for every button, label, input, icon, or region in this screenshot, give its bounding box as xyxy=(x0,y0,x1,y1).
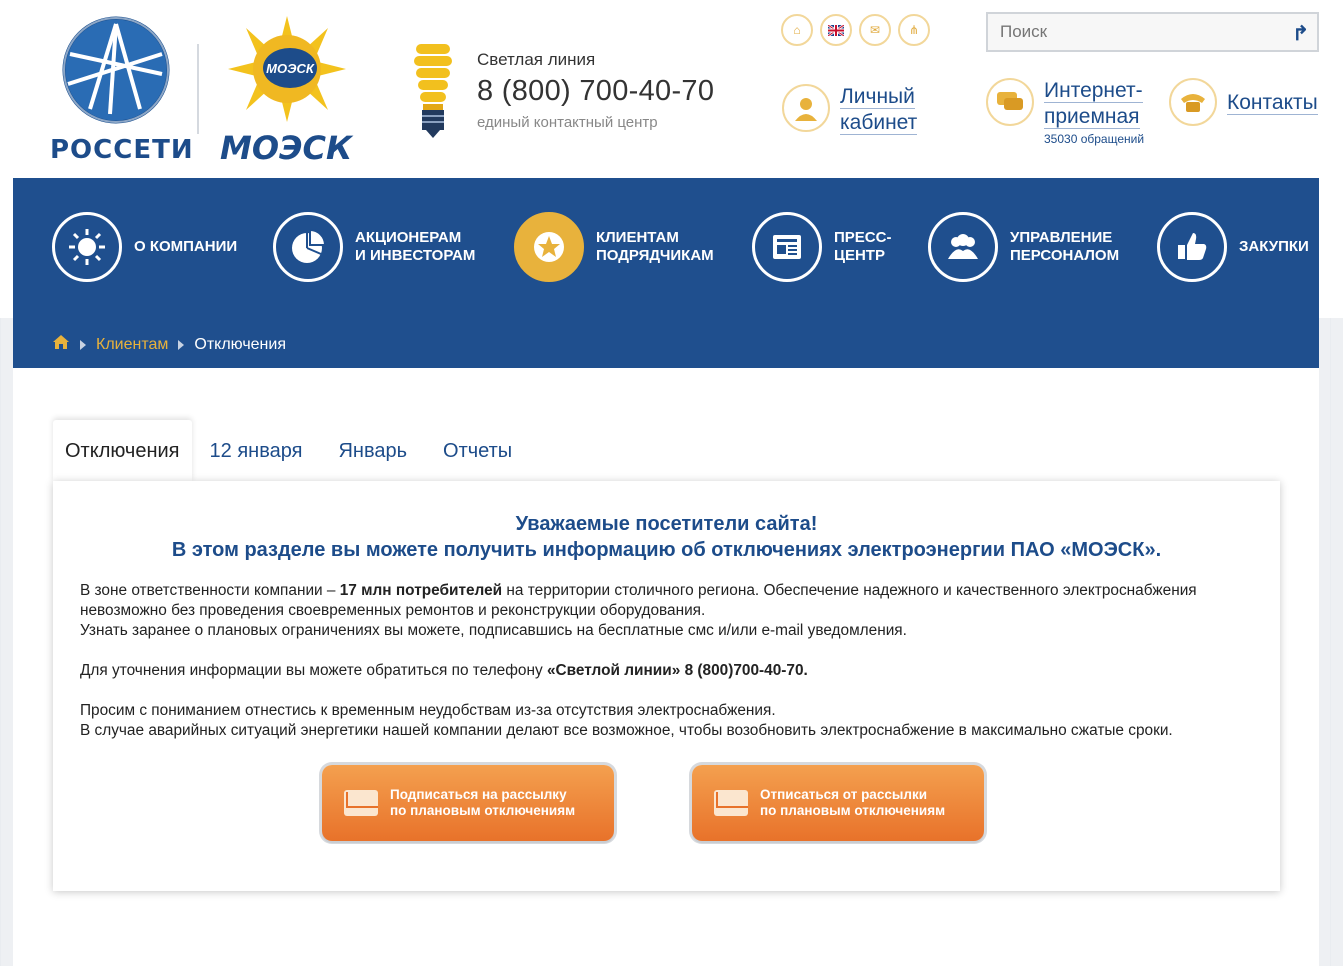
chat-icon xyxy=(986,78,1034,126)
contacts-link[interactable]: Контакты xyxy=(1169,78,1318,126)
content-panel: Уважаемые посетители сайта! В этом разде… xyxy=(53,481,1280,891)
moesk-logo[interactable]: МОЭСК МОЭСК xyxy=(220,14,355,167)
rosseti-logo-text: РОССЕТИ xyxy=(50,135,194,165)
search-input[interactable] xyxy=(988,14,1268,50)
panel-subheading: В этом разделе вы можете получить информ… xyxy=(171,539,1162,561)
home-icon[interactable] xyxy=(52,334,70,355)
breadcrumb-current: Отключения xyxy=(194,335,286,353)
tab-reports[interactable]: Отчеты xyxy=(425,420,530,482)
nav-about-line1: О компании xyxy=(134,238,238,255)
nav-investors-line1: Акционерам xyxy=(355,229,462,246)
rosseti-logo[interactable]: РОССЕТИ xyxy=(50,14,194,165)
tab-january[interactable]: Январь xyxy=(320,420,425,482)
reception-count: 35030 обращений xyxy=(1044,132,1145,146)
logo-divider xyxy=(197,44,199,134)
page-wrapper: РОССЕТИ МОЭСК МОЭСК Светлая линия 8 (800… xyxy=(13,0,1319,966)
nav-item-investors[interactable]: Акционерам и инвесторам xyxy=(273,212,475,282)
moesk-logo-text: МОЭСК xyxy=(220,129,353,167)
utility-icons: ⌂ ✉ ⋔ xyxy=(781,14,930,46)
nav-clients-line1: Клиентам xyxy=(596,229,679,246)
star-icon xyxy=(514,212,584,282)
thumbs-up-icon xyxy=(1157,212,1227,282)
tab-outages[interactable]: Отключения xyxy=(53,420,192,482)
nav-item-hr[interactable]: Управление персоналом xyxy=(928,212,1119,282)
unsubscribe-button[interactable]: Отписаться от рассылки по плановым отключ… xyxy=(692,765,984,841)
p3-text-a: Просим с пониманием отнестись к временны… xyxy=(80,702,776,719)
subscribe-line1: Подписаться на рассылку xyxy=(390,787,567,802)
search-box[interactable]: ↱ xyxy=(986,12,1319,52)
mail-icon[interactable]: ✉ xyxy=(859,14,891,46)
p2-text-bold: «Светлой линии» xyxy=(546,662,681,679)
paragraph-responsibility: В зоне ответственности компании – 17 млн… xyxy=(80,581,1260,641)
sun-icon xyxy=(52,212,122,282)
breadcrumb: Клиентам Отключения xyxy=(52,334,286,355)
lightbulb-icon xyxy=(408,42,458,142)
uk-flag-icon[interactable] xyxy=(820,14,852,46)
nav-press-line1: Пресс- xyxy=(834,229,892,246)
moesk-badge-text: МОЭСК xyxy=(266,61,315,76)
nav-investors-line2: и инвесторам xyxy=(355,247,476,264)
nav-hr-line1: Управление xyxy=(1010,229,1113,246)
breadcrumb-separator xyxy=(178,339,185,350)
breadcrumb-clients-link[interactable]: Клиентам xyxy=(96,336,168,354)
cabinet-line2: кабинет xyxy=(840,111,918,135)
newspaper-icon xyxy=(752,212,822,282)
nav-item-press[interactable]: Пресс-центр xyxy=(752,212,891,282)
subscribe-line2: по плановым отключениям xyxy=(390,803,576,818)
internet-reception-link[interactable]: Интернет-приемная 35030 обращений xyxy=(986,78,1144,146)
hotline-label: Светлая линия xyxy=(477,50,596,69)
tab-january-12[interactable]: 12 января xyxy=(192,420,321,482)
user-icon xyxy=(782,84,830,132)
reception-line2: приемная xyxy=(1044,105,1140,129)
home-icon[interactable]: ⌂ xyxy=(781,14,813,46)
nav-clients-line2: подрядчикам xyxy=(596,247,714,264)
p1-text-a: В зоне ответственности компании – xyxy=(80,582,340,599)
p1-text-d: Узнать заранее о плановых ограничениях в… xyxy=(80,622,907,639)
p2-text-a: Для уточнения информации вы можете обрат… xyxy=(80,662,547,679)
p3-text-b: В случае аварийных ситуаций энергетики н… xyxy=(80,722,1173,739)
nav-item-procurement[interactable]: Закупки xyxy=(1157,212,1309,282)
pie-chart-icon xyxy=(273,212,343,282)
breadcrumb-separator xyxy=(80,339,86,350)
p2-text-phone: 8 (800)700-40-70. xyxy=(680,662,808,679)
hotline-phone[interactable]: 8 (800) 700-40-70 xyxy=(477,75,714,108)
unsubscribe-line2: по плановым отключениям xyxy=(760,803,946,818)
nav-press-line2: центр xyxy=(834,247,885,264)
nav-item-about[interactable]: О компании xyxy=(52,212,237,282)
search-go-icon[interactable]: ↱ xyxy=(1292,21,1309,46)
sitemap-icon[interactable]: ⋔ xyxy=(898,14,930,46)
reception-line1: Интернет- xyxy=(1044,79,1143,103)
hotline-subtitle: единый контактный центр xyxy=(477,114,658,131)
nav-hr-line2: персоналом xyxy=(1010,247,1120,264)
panel-heading: Уважаемые посетители сайта! xyxy=(515,513,818,535)
breadcrumb-bar: Клиентам Отключения xyxy=(13,318,1319,368)
personal-cabinet-link[interactable]: Личный кабинет xyxy=(782,84,918,136)
main-nav: О компании Акционерам и инвесторам Клиент… xyxy=(13,178,1319,318)
p1-text-bold: 17 млн потребителей xyxy=(339,582,503,599)
paragraph-contact: Для уточнения информации вы можете обрат… xyxy=(80,661,1260,681)
nav-item-clients[interactable]: Клиентам подрядчикам xyxy=(514,212,714,282)
subscribe-button[interactable]: Подписаться на рассылку по плановым отклю… xyxy=(322,765,614,841)
envelope-icon xyxy=(714,790,748,816)
phone-icon xyxy=(1169,78,1217,126)
nav-procurement-line1: Закупки xyxy=(1239,238,1309,255)
contacts-label: Контакты xyxy=(1227,91,1318,115)
cabinet-line1: Личный xyxy=(840,85,915,109)
unsubscribe-line1: Отписаться от рассылки xyxy=(760,787,927,802)
envelope-icon xyxy=(344,790,378,816)
tab-bar: Отключения 12 января Январь Отчеты xyxy=(53,420,530,482)
paragraph-apology: Просим с пониманием отнестись к временны… xyxy=(80,701,1260,741)
people-icon xyxy=(928,212,998,282)
